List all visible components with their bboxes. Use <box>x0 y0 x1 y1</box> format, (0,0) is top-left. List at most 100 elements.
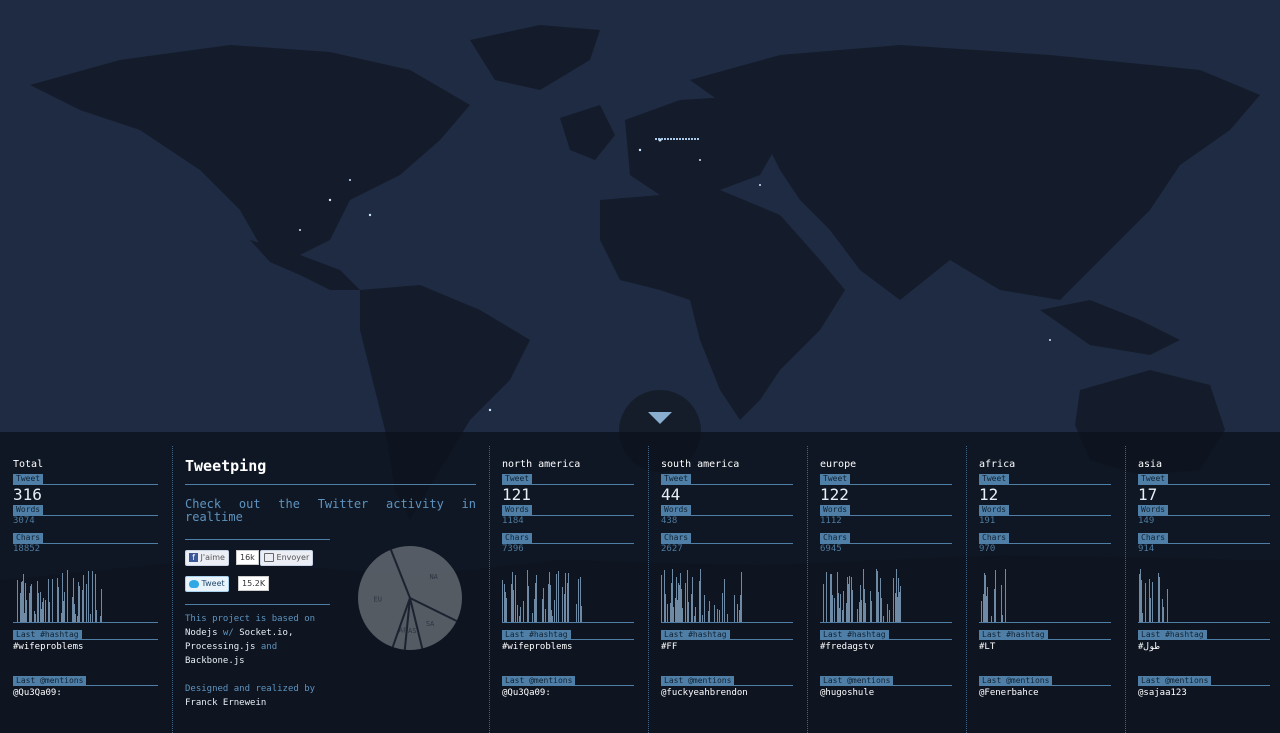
activity-bar <box>843 591 844 622</box>
app-title: Tweetping <box>185 457 267 475</box>
activity-bars <box>13 562 158 622</box>
activity-bar <box>551 610 552 622</box>
activity-bar <box>1150 598 1151 622</box>
divider <box>979 685 1111 686</box>
activity-bar <box>842 610 843 622</box>
tweet-share-count: 15.2K <box>238 576 270 591</box>
activity-bar <box>48 603 49 622</box>
processingjs-link[interactable]: Processing.js <box>185 642 255 652</box>
activity-bar <box>88 571 89 622</box>
activity-bar <box>849 576 850 622</box>
activity-bar <box>702 615 703 622</box>
designed-by-text: Designed and realized by <box>185 684 316 694</box>
chars-label: Chars <box>661 533 692 543</box>
activity-bar <box>831 581 832 622</box>
activity-bar <box>35 614 36 622</box>
column-separator <box>648 446 649 733</box>
words-label: Words <box>1138 505 1169 515</box>
activity-bar <box>64 592 65 622</box>
activity-bars <box>502 562 634 622</box>
activity-bar <box>877 571 878 622</box>
column-separator <box>807 446 808 733</box>
activity-bar <box>664 578 665 622</box>
last-hashtag[interactable]: #LT <box>979 642 995 652</box>
activity-bar <box>578 595 579 622</box>
activity-bar <box>981 601 982 622</box>
words-label: Words <box>13 505 44 515</box>
tweet-label: Tweet <box>13 474 44 484</box>
activity-bar <box>678 583 679 622</box>
chars-count: 914 <box>1138 544 1155 554</box>
last-mention[interactable]: @Qu3Qa09: <box>13 688 62 698</box>
activity-bar <box>984 592 985 622</box>
words-label: Words <box>979 505 1010 515</box>
tweet-button-label: Tweet <box>201 579 225 588</box>
comment-icon <box>264 553 274 562</box>
last-hashtag[interactable]: #wifeproblems <box>13 642 83 652</box>
last-mention[interactable]: @Qu3Qa09: <box>502 688 551 698</box>
activity-bar <box>741 593 742 622</box>
activity-bar <box>709 601 710 622</box>
like-count: 16k <box>236 550 259 565</box>
facebook-icon: f <box>189 553 198 562</box>
activity-bar <box>864 589 865 622</box>
activity-bar <box>1139 574 1140 622</box>
activity-bar <box>695 607 696 622</box>
activity-bar <box>96 610 97 622</box>
activity-bar <box>523 601 524 622</box>
activity-bar <box>851 577 852 622</box>
activity-bar <box>665 594 666 622</box>
activity-bar <box>45 603 46 622</box>
tweet-count: 316 <box>13 485 42 504</box>
chars-label: Chars <box>13 533 44 543</box>
activity-bar <box>691 594 692 622</box>
nodejs-link[interactable]: Nodejs <box>185 628 218 638</box>
author-name[interactable]: Franck Ernewein <box>185 696 266 710</box>
activity-bar <box>823 584 824 622</box>
divider <box>820 639 952 640</box>
last-hashtag[interactable]: #wifeproblems <box>502 642 572 652</box>
activity-bar <box>870 608 871 622</box>
pie-label-eu: EU <box>374 596 382 604</box>
activity-bar <box>704 595 705 622</box>
activity-bar <box>34 611 35 622</box>
activity-bar <box>61 613 62 622</box>
last-mention[interactable]: @hugoshule <box>820 688 874 698</box>
activity-bars <box>979 562 1111 622</box>
activity-bar <box>832 595 833 622</box>
total-title: Total <box>13 459 44 470</box>
activity-bar <box>568 607 569 622</box>
last-hashtag[interactable]: #FF <box>661 642 677 652</box>
activity-bar <box>17 580 18 622</box>
divider <box>979 543 1111 544</box>
activity-bars <box>820 562 952 622</box>
activity-bars <box>661 562 793 622</box>
last-hashtag[interactable]: #طول <box>1138 642 1160 652</box>
last-mention[interactable]: @sajaa123 <box>1138 688 1187 698</box>
activity-bar <box>834 598 835 622</box>
twitter-tweet-button[interactable]: Tweet <box>185 576 229 592</box>
facebook-like-button[interactable]: f J'aime <box>185 550 229 566</box>
activity-bar <box>675 598 676 622</box>
activity-bar <box>72 597 73 622</box>
activity-bar <box>504 593 505 622</box>
pie-label-sa: SA <box>426 620 435 628</box>
activity-bar <box>549 572 550 622</box>
socketio-link[interactable]: Socket.io, <box>239 628 293 638</box>
activity-bar <box>1005 569 1006 622</box>
last-mention[interactable]: @Fenerbahce <box>979 688 1039 698</box>
activity-bar <box>1158 573 1159 622</box>
activity-bar <box>78 582 79 622</box>
column-separator <box>966 446 967 733</box>
send-label: Envoyer <box>276 553 310 562</box>
activity-bar <box>517 605 518 622</box>
last-hashtag[interactable]: #fredagstv <box>820 642 874 652</box>
tweet-label: Tweet <box>820 474 851 484</box>
activity-bar <box>576 604 577 622</box>
last-mention[interactable]: @fuckyeahbrendon <box>661 688 748 698</box>
facebook-send-button[interactable]: Envoyer <box>260 550 314 566</box>
divider <box>979 622 1111 623</box>
words-count: 438 <box>661 516 678 526</box>
backbonejs-link[interactable]: Backbone.js <box>185 656 245 666</box>
activity-bar <box>581 606 582 622</box>
